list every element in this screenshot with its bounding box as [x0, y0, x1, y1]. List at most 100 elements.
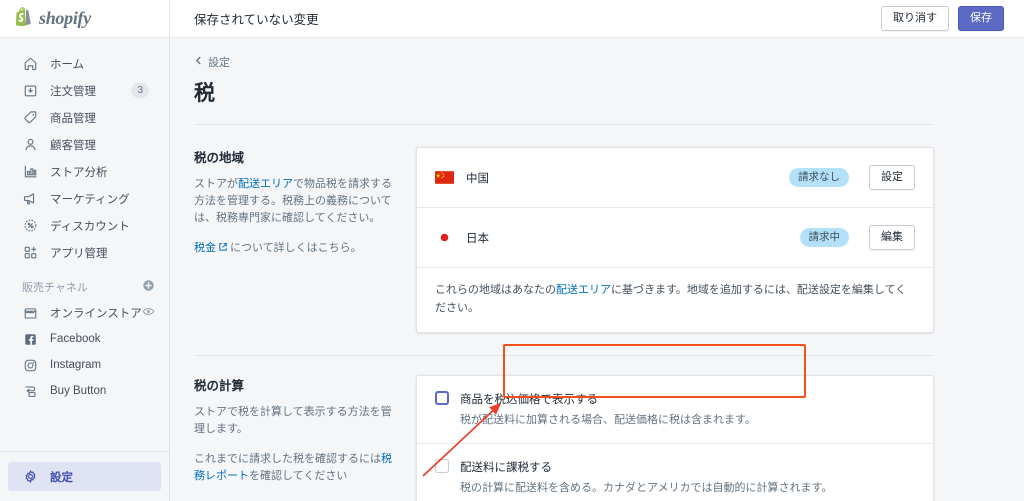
checkbox-charge-tax-on-shipping[interactable]	[435, 459, 449, 473]
sidebar-item-label: ホーム	[50, 58, 85, 71]
sidebar-channel-label: Buy Button	[50, 385, 107, 397]
sidebar-channel-facebook[interactable]: Facebook	[8, 326, 161, 352]
tax-regions-footnote: これらの地域はあなたの配送エリアに基づきます。地域を追加するには、配送設定を編集…	[417, 268, 933, 332]
sidebar-item-discounts[interactable]: ディスカウント	[8, 212, 161, 239]
sidebar-item-customers[interactable]: 顧客管理	[8, 131, 161, 158]
shopify-admin-window: shopify ホーム 注文管理 3 商品管理 顧客管理 ストア分析 マーケティ…	[0, 0, 1024, 501]
cancel-button[interactable]: 取り消す	[881, 6, 949, 31]
status-badge: 請求中	[799, 228, 849, 247]
sidebar-item-settings[interactable]: 設定	[8, 462, 161, 491]
sidebar-item-orders[interactable]: 注文管理 3	[8, 77, 161, 104]
tax-region-more-suffix: について詳しくはこちら。	[230, 242, 362, 254]
tax-region-learn-more: 税金 について詳しくはこちら。	[194, 240, 398, 258]
sidebar-item-label: ストア分析	[50, 166, 108, 179]
sidebar-nav-bottom: 設定	[0, 451, 169, 501]
save-button[interactable]: 保存	[958, 6, 1004, 31]
country-name: 中国	[466, 172, 489, 185]
sidebar-channel-buy-button[interactable]: Buy Button	[8, 378, 161, 404]
checkbox-row-include-tax-in-prices[interactable]: 商品を税込価格で表示する 税が配送料に加算される場合、配送価格に税は含まれます。	[417, 376, 933, 444]
flag-china-icon	[435, 171, 454, 184]
page-title: 税	[194, 82, 216, 105]
sidebar-channel-instagram[interactable]: Instagram	[8, 352, 161, 378]
orders-inbox-icon	[22, 82, 39, 99]
shopify-wordmark: shopify	[39, 8, 91, 28]
sidebar: shopify ホーム 注文管理 3 商品管理 顧客管理 ストア分析 マーケティ…	[0, 0, 170, 501]
tax-region-heading: 税の地域	[194, 151, 245, 165]
tax-report-description: これまでに請求した税を確認するには税務レポートを確認してください	[194, 451, 398, 485]
sidebar-item-marketing[interactable]: マーケティング	[8, 185, 161, 212]
flag-japan-icon	[435, 231, 454, 244]
checkbox-text-group: 商品を税込価格で表示する 税が配送料に加算される場合、配送価格に税は含まれます。	[460, 390, 915, 428]
tax-calculation-description: ストアで税を計算して表示する方法を管理します。	[194, 406, 392, 435]
tax-calculation-heading: 税の計算	[194, 379, 245, 393]
sidebar-item-label: マーケティング	[50, 193, 130, 206]
discounts-percent-icon	[22, 217, 39, 234]
home-icon	[22, 55, 39, 72]
sidebar-item-label: アプリ管理	[50, 247, 108, 260]
page-content: 設定 税 税の地域 ストアが配送エリアで物品税を請求する方法を管理する。税務上の…	[170, 38, 1024, 501]
taxes-learn-more-link[interactable]: 税金	[194, 242, 216, 254]
shipping-zones-link[interactable]: 配送エリア	[238, 178, 293, 190]
unsaved-changes-title: 保存されていない変更	[194, 13, 319, 27]
sidebar-channel-label: Instagram	[50, 359, 102, 371]
sidebar-item-label: 商品管理	[50, 112, 96, 125]
table-row[interactable]: 中国 請求なし 設定	[417, 148, 933, 208]
breadcrumb-label: 設定	[208, 57, 230, 69]
tax-report-desc-part2: を確認してください	[249, 470, 348, 482]
footnote-part1: これらの地域はあなたの	[435, 284, 556, 296]
facebook-icon	[22, 331, 39, 348]
eye-icon[interactable]	[142, 305, 155, 321]
customers-person-icon	[22, 136, 39, 153]
footnote-shipping-zones-link[interactable]: 配送エリア	[556, 284, 611, 296]
tax-region-description-column: 税の地域 ストアが配送エリアで物品税を請求する方法を管理する。税務上の義務につい…	[194, 147, 416, 333]
shopify-bag-logo-icon	[16, 6, 33, 31]
section-divider-top	[194, 124, 934, 125]
sidebar-item-label: ディスカウント	[50, 220, 130, 233]
sidebar-item-label: 設定	[50, 471, 73, 484]
country-action-button[interactable]: 編集	[869, 225, 915, 250]
sidebar-channel-label: Facebook	[50, 333, 101, 345]
sidebar-nav-main: ホーム 注文管理 3 商品管理 顧客管理 ストア分析 マーケティング ディスカウ…	[0, 38, 169, 451]
sidebar-channel-online-store[interactable]: オンラインストア	[8, 300, 161, 326]
sales-channels-label: 販売チャネル	[22, 282, 88, 294]
tax-region-description: ストアが配送エリアで物品税を請求する方法を管理する。税務上の義務については、税務…	[194, 176, 398, 227]
sidebar-item-analytics[interactable]: ストア分析	[8, 158, 161, 185]
tax-calculation-description-column: 税の計算 ストアで税を計算して表示する方法を管理します。 これまでに請求した税を…	[194, 375, 416, 501]
section-divider-middle	[194, 355, 934, 356]
sidebar-channel-label: オンラインストア	[50, 308, 142, 320]
country-action-button[interactable]: 設定	[869, 165, 915, 190]
external-link-icon	[218, 241, 228, 258]
country-name: 日本	[466, 232, 489, 245]
orders-count-badge: 3	[131, 83, 149, 98]
page-content-inner: 設定 税 税の地域 ストアが配送エリアで物品税を請求する方法を管理する。税務上の…	[170, 54, 1024, 501]
checkbox-help-text: 税が配送料に加算される場合、配送価格に税は含まれます。	[460, 414, 756, 426]
tax-region-desc-part1: ストアが	[194, 178, 238, 190]
sidebar-item-label: 注文管理	[50, 85, 96, 98]
checkbox-help-text: 税の計算に配送料を含める。カナダとアメリカでは自動的に計算されます。	[460, 482, 833, 494]
unsaved-changes-bar: 保存されていない変更 取り消す 保存	[170, 0, 1024, 38]
tax-regions-card: 中国 請求なし 設定 日本 請求中 編集 これらの地域はあなたの配送エリアに基づ…	[416, 147, 934, 333]
tax-calculation-section: 税の計算 ストアで税を計算して表示する方法を管理します。 これまでに請求した税を…	[194, 375, 934, 501]
marketing-megaphone-icon	[22, 190, 39, 207]
checkbox-include-tax-in-prices[interactable]	[435, 391, 449, 405]
sidebar-item-apps[interactable]: アプリ管理	[8, 239, 161, 266]
checkbox-row-charge-tax-on-shipping[interactable]: 配送料に課税する 税の計算に配送料を含める。カナダとアメリカでは自動的に計算され…	[417, 444, 933, 501]
tax-region-card-column: 中国 請求なし 設定 日本 請求中 編集 これらの地域はあなたの配送エリアに基づ…	[416, 147, 934, 333]
online-store-icon	[22, 305, 39, 322]
tax-report-desc-part1: これまでに請求した税を確認するには	[194, 453, 381, 465]
tax-calculation-card-column: 商品を税込価格で表示する 税が配送料に加算される場合、配送価格に税は含まれます。…	[416, 375, 934, 501]
sidebar-item-home[interactable]: ホーム	[8, 50, 161, 77]
checkbox-text-group: 配送料に課税する 税の計算に配送料を含める。カナダとアメリカでは自動的に計算され…	[460, 458, 915, 496]
shopify-logo[interactable]: shopify	[16, 6, 91, 31]
tax-region-section: 税の地域 ストアが配送エリアで物品税を請求する方法を管理する。税務上の義務につい…	[194, 147, 934, 333]
checkbox-label: 配送料に課税する	[460, 462, 552, 474]
checkbox-label: 商品を税込価格で表示する	[460, 394, 598, 406]
products-tag-icon	[22, 109, 39, 126]
main-area: 保存されていない変更 取り消す 保存 設定 税 税の地域 ストアが配送エリアで物…	[170, 0, 1024, 501]
analytics-bar-chart-icon	[22, 163, 39, 180]
sidebar-item-products[interactable]: 商品管理	[8, 104, 161, 131]
plus-circle-icon[interactable]	[142, 279, 155, 295]
table-row[interactable]: 日本 請求中 編集	[417, 208, 933, 268]
breadcrumb[interactable]: 設定	[194, 54, 934, 70]
sidebar-item-label: 顧客管理	[50, 139, 96, 152]
